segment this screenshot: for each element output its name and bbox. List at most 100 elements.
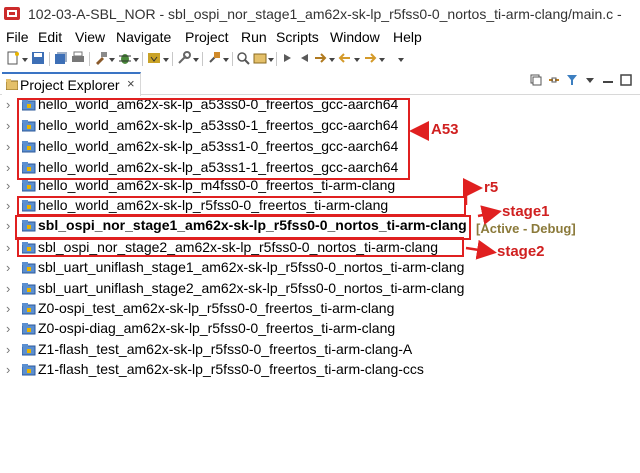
project-explorer-icon <box>6 79 18 90</box>
pin-dropdown-icon[interactable] <box>223 58 229 62</box>
project-name: sbl_uart_uniflash_stage1_am62x-sk-lp_r5f… <box>38 259 465 275</box>
print-icon[interactable] <box>71 51 85 65</box>
project-row[interactable]: › sbl_uart_uniflash_stage1_am62x-sk-lp_r5… <box>0 258 640 279</box>
close-icon[interactable]: × <box>127 76 135 91</box>
project-folder-icon <box>22 303 36 315</box>
flash-dropdown-icon[interactable] <box>163 58 169 62</box>
annotation-label-a53: A53 <box>431 121 459 138</box>
project-name: Z1-flash_test_am62x-sk-lp_r5fss0-0_freer… <box>38 361 424 377</box>
project-folder-icon <box>22 364 36 376</box>
save-icon[interactable] <box>31 51 45 65</box>
toolbar-separator <box>49 52 50 66</box>
view-menu-icon[interactable] <box>584 74 596 86</box>
back-icon[interactable] <box>338 51 352 65</box>
chevron-right-icon[interactable]: › <box>6 281 10 296</box>
build-dropdown-icon[interactable] <box>109 58 115 62</box>
minimize-icon[interactable] <box>602 74 614 86</box>
new-file-icon[interactable] <box>6 51 20 65</box>
next-annotation-icon[interactable] <box>281 51 295 65</box>
annotation-box-a53 <box>17 98 410 180</box>
project-folder-icon <box>22 323 36 335</box>
toolbar-separator <box>232 52 233 66</box>
build-icon[interactable] <box>94 51 108 65</box>
tab-project-explorer[interactable]: Project Explorer × <box>2 72 141 96</box>
debug-dropdown-icon[interactable] <box>133 58 139 62</box>
back-dropdown-icon[interactable] <box>354 58 360 62</box>
project-name: sbl_uart_uniflash_stage2_am62x-sk-lp_r5f… <box>38 280 465 296</box>
save-all-icon[interactable] <box>54 51 68 65</box>
menubar: File Edit View Navigate Project Run Scri… <box>0 28 640 48</box>
annotation-label-r5: r5 <box>484 179 499 196</box>
search-icon[interactable] <box>236 51 250 65</box>
project-name: Z0-ospi-diag_am62x-sk-lp_r5fss0-0_freert… <box>38 320 396 336</box>
project-folder-icon <box>22 283 36 295</box>
tab-label: Project Explorer <box>20 77 120 93</box>
filter-icon[interactable] <box>566 74 578 86</box>
chevron-right-icon[interactable]: › <box>6 218 10 233</box>
menu-file[interactable]: File <box>6 29 29 45</box>
tools-dropdown-icon[interactable] <box>193 58 199 62</box>
window-title: 102-03-A-SBL_NOR - sbl_ospi_nor_stage1_a… <box>28 6 622 22</box>
maximize-icon[interactable] <box>620 74 632 86</box>
menu-project[interactable]: Project <box>185 29 229 45</box>
annotation-label-stage2: stage2 <box>497 243 545 260</box>
pin-icon[interactable] <box>207 51 221 65</box>
menu-navigate[interactable]: Navigate <box>116 29 171 45</box>
annotation-box-r5 <box>17 196 466 216</box>
project-folder-icon <box>22 262 36 274</box>
annotation-label-stage1: stage1 <box>502 203 550 220</box>
link-with-editor-icon[interactable] <box>548 74 560 86</box>
toolbar-separator <box>142 52 143 66</box>
chevron-right-icon[interactable]: › <box>6 362 10 377</box>
active-build-config: [Active - Debug] <box>476 221 576 236</box>
flash-icon[interactable] <box>147 51 161 65</box>
chevron-right-icon[interactable]: › <box>6 342 10 357</box>
chevron-right-icon[interactable]: › <box>6 240 10 255</box>
collapse-all-icon[interactable] <box>530 74 542 86</box>
project-folder-icon <box>22 180 36 192</box>
main-toolbar <box>0 48 640 70</box>
menu-window[interactable]: Window <box>330 29 380 45</box>
ccs-app-icon <box>4 7 20 20</box>
chevron-right-icon[interactable]: › <box>6 97 10 112</box>
project-name: Z0-ospi_test_am62x-sk-lp_r5fss0-0_freert… <box>38 300 395 316</box>
menu-scripts[interactable]: Scripts <box>276 29 319 45</box>
project-row[interactable]: › Z0-ospi-diag_am62x-sk-lp_r5fss0-0_freer… <box>0 319 640 340</box>
project-row[interactable]: › Z1-flash_test_am62x-sk-lp_r5fss0-0_free… <box>0 360 640 381</box>
prev-annotation-icon[interactable] <box>297 51 311 65</box>
last-edit-icon[interactable] <box>313 51 327 65</box>
forward-dropdown-icon[interactable] <box>379 58 385 62</box>
project-row[interactable]: › Z0-ospi_test_am62x-sk-lp_r5fss0-0_freer… <box>0 299 640 320</box>
open-task-dropdown-icon[interactable] <box>268 58 274 62</box>
menu-help[interactable]: Help <box>393 29 422 45</box>
open-task-icon[interactable] <box>253 51 267 65</box>
toolbar-separator <box>172 52 173 66</box>
debug-icon[interactable] <box>118 51 132 65</box>
tools-icon[interactable] <box>177 51 191 65</box>
chevron-right-icon[interactable]: › <box>6 160 10 175</box>
project-folder-icon <box>22 344 36 356</box>
window-titlebar: 102-03-A-SBL_NOR - sbl_ospi_nor_stage1_a… <box>0 0 640 28</box>
new-dropdown-icon[interactable] <box>22 58 28 62</box>
last-edit-dropdown-icon[interactable] <box>329 58 335 62</box>
toolbar-separator <box>276 52 277 66</box>
menu-view[interactable]: View <box>75 29 105 45</box>
chevron-right-icon[interactable]: › <box>6 139 10 154</box>
menu-run[interactable]: Run <box>241 29 267 45</box>
chevron-right-icon[interactable]: › <box>6 198 10 213</box>
chevron-right-icon[interactable]: › <box>6 321 10 336</box>
forward-icon[interactable] <box>363 51 377 65</box>
menu-edit[interactable]: Edit <box>38 29 62 45</box>
toolbar-separator <box>89 52 90 66</box>
chevron-right-icon[interactable]: › <box>6 118 10 133</box>
project-row[interactable]: › Z1-flash_test_am62x-sk-lp_r5fss0-0_free… <box>0 340 640 361</box>
view-toolbar <box>530 74 636 90</box>
toolbar-separator <box>202 52 203 66</box>
chevron-right-icon[interactable]: › <box>6 260 10 275</box>
chevron-right-icon[interactable]: › <box>6 178 10 193</box>
chevron-right-icon[interactable]: › <box>6 301 10 316</box>
project-row[interactable]: › sbl_uart_uniflash_stage2_am62x-sk-lp_r5… <box>0 279 640 300</box>
project-name: Z1-flash_test_am62x-sk-lp_r5fss0-0_freer… <box>38 341 413 357</box>
annotation-box-stage2 <box>17 237 464 257</box>
toolbar-overflow-icon[interactable] <box>398 58 404 62</box>
